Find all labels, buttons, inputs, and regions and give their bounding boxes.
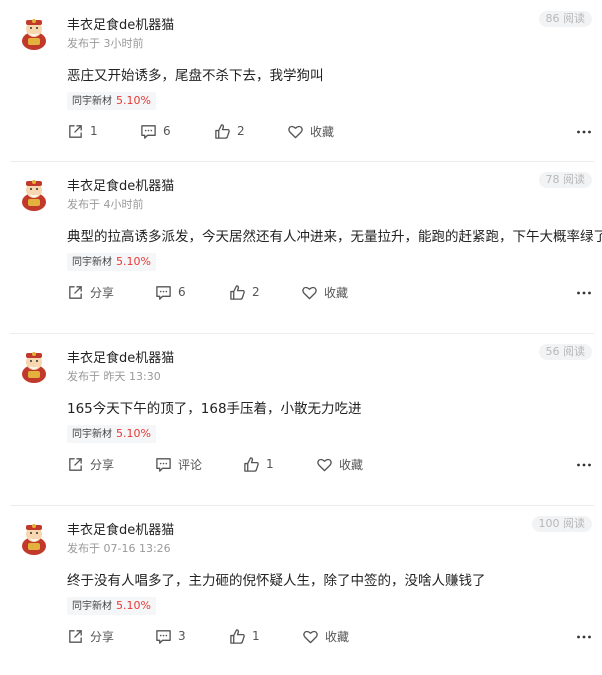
heart-icon <box>317 458 332 471</box>
favorite-button[interactable]: 收藏 <box>316 454 363 474</box>
share-icon <box>69 124 82 138</box>
comment-button[interactable]: 3 <box>155 626 186 646</box>
post-card: 丰衣足食de机器猫 发布于 07-16 13:26 100 阅读 终于没有人唱多… <box>0 505 602 675</box>
more-button[interactable] <box>576 455 592 475</box>
like-icon <box>230 628 245 644</box>
heart-icon <box>303 630 318 643</box>
stock-change: 5.10% <box>116 94 151 107</box>
share-icon <box>69 457 82 471</box>
stock-tag[interactable]: 同宇新材 5.10% <box>67 597 156 615</box>
post-time: 发布于 3小时前 <box>67 37 144 50</box>
heart-icon <box>302 286 317 299</box>
stock-change: 5.10% <box>116 599 151 612</box>
username[interactable]: 丰衣足食de机器猫 <box>67 347 174 366</box>
like-label: 1 <box>266 457 274 471</box>
favorite-label: 收藏 <box>310 124 335 139</box>
share-label: 分享 <box>90 457 115 472</box>
comment-button[interactable]: 6 <box>140 121 171 141</box>
post-content[interactable]: 典型的拉高诱多派发，今天居然还有人冲进来，无量拉升，能跑的赶紧跑，下午大概率绿了 <box>67 225 602 245</box>
favorite-label: 收藏 <box>339 457 364 472</box>
share-icon <box>69 285 82 299</box>
user-avatar[interactable] <box>18 519 50 555</box>
stock-name: 同宇新材 <box>72 96 112 107</box>
user-avatar[interactable] <box>18 347 50 383</box>
post-card: 丰衣足食de机器猫 发布于 昨天 13:30 56 阅读 165今天下午的顶了，… <box>0 333 602 503</box>
share-button[interactable]: 1 <box>67 121 98 141</box>
post-divider <box>10 505 594 506</box>
avatar-caishen-icon <box>22 19 46 50</box>
stock-name: 同宇新材 <box>72 601 112 612</box>
heart-icon <box>288 125 303 138</box>
stock-name: 同宇新材 <box>72 429 112 440</box>
like-button[interactable]: 1 <box>229 626 260 646</box>
more-button[interactable] <box>576 627 592 647</box>
stock-tag[interactable]: 同宇新材 5.10% <box>67 92 156 110</box>
like-button[interactable]: 1 <box>243 454 274 474</box>
user-avatar[interactable] <box>18 14 50 50</box>
post-content[interactable]: 165今天下午的顶了，168手压着，小散无力吃进 <box>67 397 362 417</box>
avatar-caishen-icon <box>22 180 46 211</box>
share-button[interactable]: 分享 <box>67 282 114 302</box>
like-icon <box>230 284 245 300</box>
read-count-badge: 78 阅读 <box>538 172 592 188</box>
stock-change: 5.10% <box>116 255 151 268</box>
comment-icon <box>156 457 171 472</box>
more-button[interactable] <box>576 122 592 142</box>
more-button[interactable] <box>576 283 592 303</box>
comment-icon <box>156 629 171 644</box>
comment-label: 评论 <box>178 457 203 472</box>
post-divider <box>10 333 594 334</box>
favorite-label: 收藏 <box>325 629 350 644</box>
post-card: 丰衣足食de机器猫 发布于 4小时前 78 阅读 典型的拉高诱多派发，今天居然还… <box>0 161 602 331</box>
stock-tag[interactable]: 同宇新材 5.10% <box>67 425 156 443</box>
post-time: 发布于 昨天 13:30 <box>67 370 161 383</box>
stock-change: 5.10% <box>116 427 151 440</box>
avatar-caishen-icon <box>22 524 46 555</box>
comment-label: 6 <box>178 285 186 299</box>
post-time: 发布于 4小时前 <box>67 198 144 211</box>
favorite-button[interactable]: 收藏 <box>287 121 334 141</box>
like-icon <box>244 456 259 472</box>
favorite-label: 收藏 <box>324 285 349 300</box>
share-button[interactable]: 分享 <box>67 626 114 646</box>
share-icon <box>69 629 82 643</box>
post-divider <box>10 161 594 162</box>
read-count-badge: 56 阅读 <box>538 344 592 360</box>
more-icon <box>577 463 591 467</box>
like-button[interactable]: 2 <box>214 121 245 141</box>
comment-button[interactable]: 6 <box>155 282 186 302</box>
avatar-caishen-icon <box>22 352 46 383</box>
like-icon <box>215 123 230 139</box>
favorite-button[interactable]: 收藏 <box>302 626 349 646</box>
comment-label: 3 <box>178 629 186 643</box>
more-icon <box>577 291 591 295</box>
like-button[interactable]: 2 <box>229 282 260 302</box>
share-button[interactable]: 分享 <box>67 454 114 474</box>
like-label: 1 <box>252 629 260 643</box>
comment-icon <box>156 285 171 300</box>
comment-label: 6 <box>163 124 171 138</box>
share-label: 分享 <box>90 285 115 300</box>
user-avatar[interactable] <box>18 175 50 211</box>
username[interactable]: 丰衣足食de机器猫 <box>67 175 174 194</box>
share-label: 1 <box>90 124 98 138</box>
post-content[interactable]: 终于没有人唱多了，主力砸的倪怀疑人生，除了中签的，没啥人赚钱了 <box>67 569 486 589</box>
read-count-badge: 100 阅读 <box>531 516 592 532</box>
favorite-button[interactable]: 收藏 <box>301 282 348 302</box>
comment-button[interactable]: 评论 <box>155 454 202 474</box>
like-label: 2 <box>252 285 260 299</box>
like-label: 2 <box>237 124 245 138</box>
stock-tag[interactable]: 同宇新材 5.10% <box>67 253 156 271</box>
comment-icon <box>141 124 156 139</box>
stock-name: 同宇新材 <box>72 257 112 268</box>
read-count-badge: 86 阅读 <box>538 11 592 27</box>
more-icon <box>577 130 591 134</box>
post-card: 丰衣足食de机器猫 发布于 3小时前 86 阅读 恶庄又开始诱多，尾盘不杀下去，… <box>0 0 602 170</box>
more-icon <box>577 635 591 639</box>
post-content[interactable]: 恶庄又开始诱多，尾盘不杀下去，我学狗叫 <box>67 64 324 84</box>
share-label: 分享 <box>90 629 115 644</box>
username[interactable]: 丰衣足食de机器猫 <box>67 14 174 33</box>
username[interactable]: 丰衣足食de机器猫 <box>67 519 174 538</box>
post-time: 发布于 07-16 13:26 <box>67 542 171 555</box>
